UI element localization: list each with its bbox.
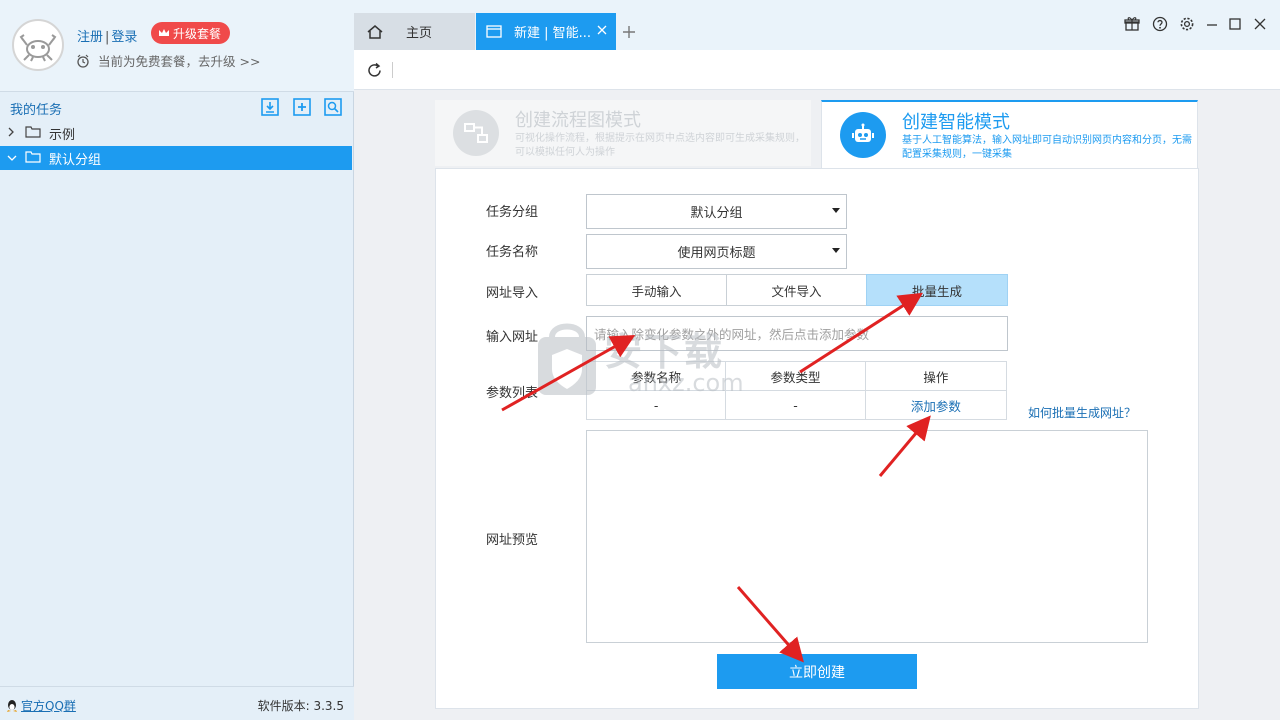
search-task-icon[interactable] — [323, 97, 343, 117]
qq-group-link[interactable]: 官方QQ群 — [6, 697, 76, 714]
crown-icon — [159, 29, 169, 36]
upgrade-label: 升级套餐 — [173, 26, 222, 41]
help-icon[interactable] — [1150, 14, 1170, 34]
params-header-name: 参数名称 — [587, 362, 727, 390]
param-type-cell: - — [726, 391, 866, 420]
software-version: 软件版本: 3.3.5 — [257, 699, 344, 713]
upgrade-button[interactable]: 升级套餐 — [151, 22, 231, 44]
name-select[interactable]: 使用网页标题 — [586, 234, 847, 269]
tree-item-default-group[interactable]: 默认分组 — [0, 146, 352, 170]
new-task-icon[interactable] — [292, 97, 312, 117]
flowchart-mode-title: 创建流程图模式 — [515, 110, 641, 131]
params-label: 参数列表 — [486, 386, 539, 401]
params-table-header: 参数名称 参数类型 操作 — [587, 362, 1006, 391]
tab-label: 新建 | 智能... — [514, 26, 592, 41]
smart-mode-title: 创建智能模式 — [902, 112, 1010, 133]
plan-status[interactable]: 当前为免费套餐，去升级 >> — [76, 51, 260, 70]
tab-new-smart[interactable]: 新建 | 智能... — [476, 13, 616, 50]
tree-item-label: 示例 — [49, 127, 76, 143]
create-now-button[interactable]: 立即创建 — [717, 654, 917, 689]
chevron-down-icon[interactable] — [7, 151, 19, 165]
register-link[interactable]: 注册 — [77, 30, 103, 45]
group-label: 任务分组 — [486, 205, 539, 220]
plan-text: 当前为免费套餐，去升级 >> — [98, 54, 261, 69]
avatar[interactable] — [12, 19, 64, 71]
tab-home[interactable]: 主页 — [354, 13, 475, 50]
auth-separator: | — [105, 30, 110, 45]
flowchart-mode-card[interactable]: 创建流程图模式 可视化操作流程，根据提示在网页中点选内容即可生成采集规则，可以模… — [435, 100, 811, 166]
tasks-title: 我的任务 — [10, 103, 63, 118]
url-input[interactable]: 请输入除变化参数之外的网址，然后点击添加参数 — [586, 316, 1008, 351]
user-header: 注册 | 登录 升级套餐 当前为免费套餐，去升级 >> — [0, 0, 354, 92]
preview-label: 网址预览 — [486, 533, 539, 548]
refresh-icon[interactable] — [366, 62, 383, 79]
tasks-bar: 我的任务 — [0, 93, 354, 121]
smart-mode-desc: 基于人工智能算法，输入网址即可自动识别网页内容和分页，无需配置采集规则，一键采集 — [902, 135, 1192, 160]
tab-bar: 主页 新建 | 智能... — [354, 0, 1280, 50]
caret-down-icon — [832, 248, 840, 253]
params-table: 参数名称 参数类型 操作 - - 添加参数 — [586, 361, 1007, 420]
import-batch-tab[interactable]: 批量生成 — [866, 274, 1008, 306]
tree-item-example[interactable]: 示例 — [0, 121, 352, 145]
add-tab-icon[interactable] — [622, 20, 636, 44]
param-name-cell: - — [587, 391, 727, 420]
params-header-type: 参数类型 — [726, 362, 866, 390]
flowchart-icon — [453, 110, 499, 156]
name-label: 任务名称 — [486, 245, 539, 260]
group-select[interactable]: 默认分组 — [586, 194, 847, 229]
import-file-tab[interactable]: 文件导入 — [726, 274, 867, 306]
name-select-value: 使用网页标题 — [677, 246, 756, 261]
import-label: 网址导入 — [486, 286, 539, 301]
maximize-icon[interactable] — [1225, 14, 1245, 34]
flowchart-mode-desc: 可视化操作流程，根据提示在网页中点选内容即可生成采集规则，可以模拟任何人为操作 — [515, 133, 805, 158]
close-icon[interactable] — [597, 25, 607, 35]
group-select-value: 默认分组 — [690, 206, 743, 221]
toolbar-divider — [392, 62, 393, 78]
folder-icon — [25, 150, 41, 167]
import-task-icon[interactable] — [260, 97, 280, 117]
import-option-label: 文件导入 — [771, 283, 822, 299]
crab-logo-icon — [19, 34, 57, 62]
tab-label: 主页 — [406, 26, 433, 41]
smart-mode-card[interactable]: 创建智能模式 基于人工智能算法，输入网址即可自动识别网页内容和分页，无需配置采集… — [821, 100, 1198, 170]
chevron-right-icon[interactable] — [7, 126, 19, 140]
folder-icon — [25, 125, 41, 142]
auth-links: 注册 | 登录 — [77, 26, 137, 45]
import-option-label: 手动输入 — [631, 283, 682, 299]
home-icon — [366, 24, 384, 40]
qq-penguin-icon — [7, 699, 17, 712]
url-input-placeholder: 请输入除变化参数之外的网址，然后点击添加参数 — [594, 327, 870, 342]
close-window-icon[interactable] — [1250, 14, 1270, 34]
qq-group-label: 官方QQ群 — [21, 699, 76, 713]
minimize-icon[interactable] — [1202, 14, 1222, 34]
robot-icon — [840, 112, 886, 158]
add-param-link[interactable]: 添加参数 — [866, 391, 1006, 420]
url-preview-box[interactable] — [586, 430, 1148, 643]
gift-icon[interactable] — [1122, 14, 1142, 34]
import-option-label: 批量生成 — [911, 283, 962, 299]
howto-batch-link[interactable]: 如何批量生成网址？ — [1028, 404, 1136, 421]
tree-item-label: 默认分组 — [49, 152, 102, 168]
toolbar — [354, 50, 1280, 90]
sidebar: 注册 | 登录 升级套餐 当前为免费套餐，去升级 >> 我的任务 示例 默认分组… — [0, 0, 354, 720]
params-header-action: 操作 — [923, 369, 949, 385]
settings-gear-icon[interactable] — [1177, 14, 1197, 34]
table-row: - - 添加参数 — [587, 391, 1006, 420]
window-icon — [486, 25, 502, 38]
url-label: 输入网址 — [486, 330, 539, 345]
login-link[interactable]: 登录 — [111, 30, 137, 45]
import-manual-tab[interactable]: 手动输入 — [586, 274, 727, 306]
caret-down-icon — [832, 208, 840, 213]
alarm-clock-icon — [77, 54, 89, 68]
sidebar-footer: 官方QQ群 软件版本: 3.3.5 — [0, 686, 354, 720]
